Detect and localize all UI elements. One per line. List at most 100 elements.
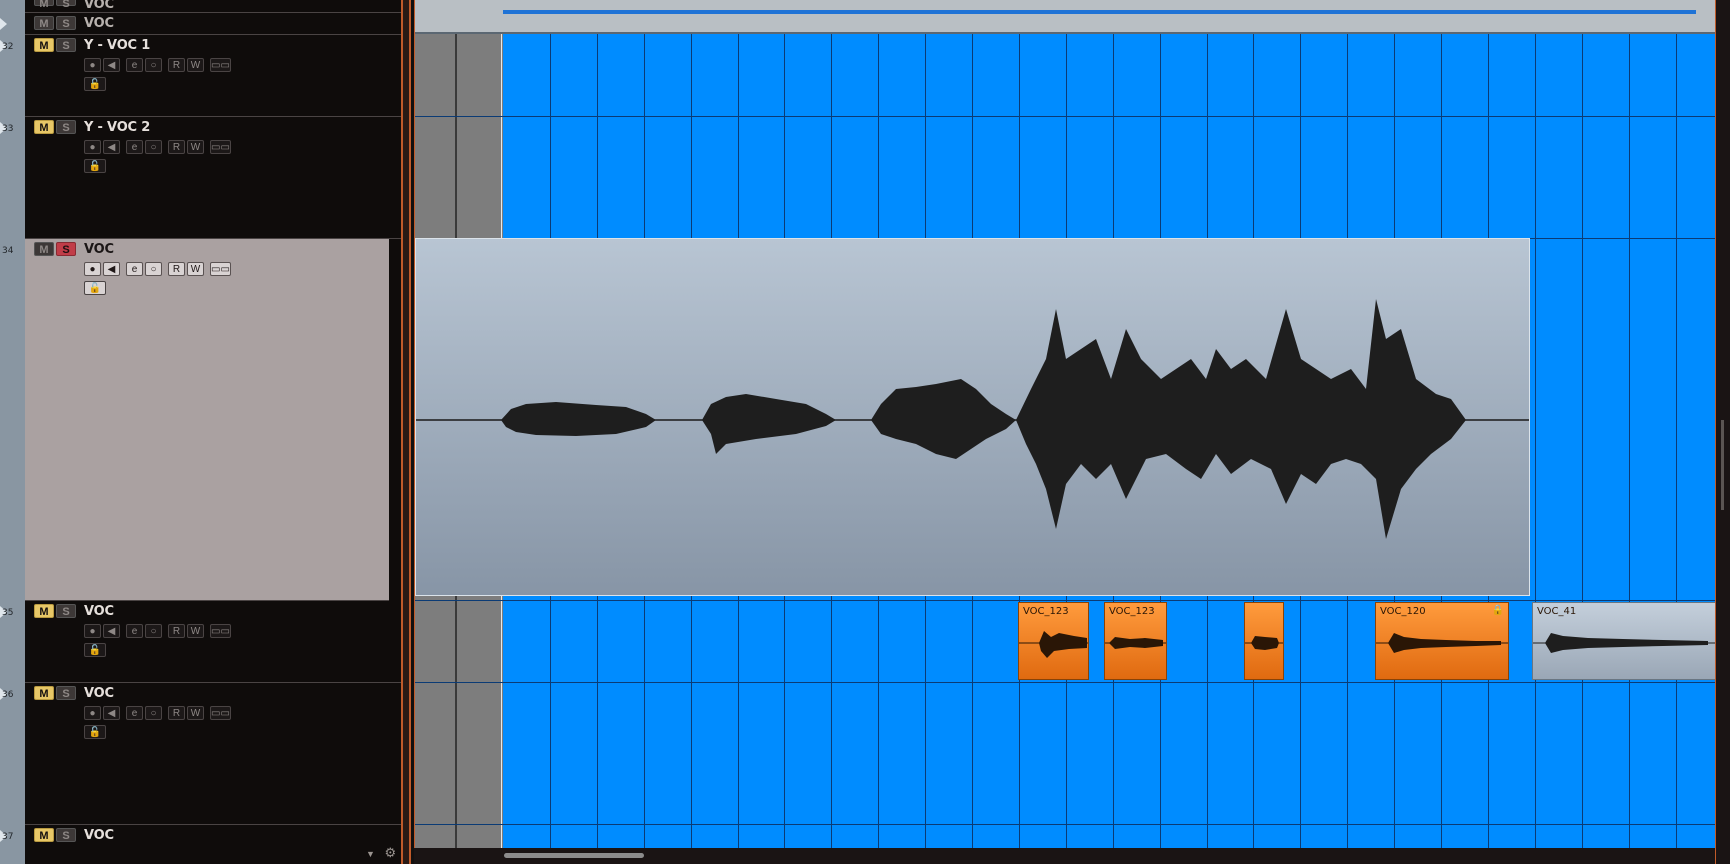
- waveform: [416, 299, 1529, 539]
- lanes-button[interactable]: ▭▭: [210, 706, 231, 720]
- audio-clip[interactable]: VOC_123: [1104, 602, 1167, 680]
- input-echo-button[interactable]: ◀: [103, 140, 120, 154]
- track-number: 34: [2, 246, 14, 256]
- clip-waveform: [1245, 636, 1283, 650]
- monitor-button[interactable]: ○: [145, 624, 162, 638]
- lane-separator: [415, 824, 1716, 825]
- track-header-selected[interactable]: 34 M S VOC ● ◀ e ○ R W ▭▭ 🔓: [2, 239, 389, 601]
- input-echo-button[interactable]: ◀: [103, 262, 120, 276]
- clip-waveform: [1105, 637, 1166, 649]
- track-number: 35: [2, 608, 14, 618]
- solo-button[interactable]: S: [56, 120, 76, 134]
- write-automation-button[interactable]: W: [187, 140, 204, 154]
- vertical-scrollbar[interactable]: [1715, 0, 1730, 864]
- input-echo-button[interactable]: ◀: [103, 58, 120, 72]
- horizontal-scrollbar[interactable]: [414, 848, 1715, 864]
- track-number: 33: [2, 124, 14, 134]
- lane-separator: [415, 600, 1716, 601]
- lock-icon[interactable]: 🔓: [84, 725, 106, 739]
- edit-button[interactable]: e: [126, 140, 143, 154]
- lanes-button[interactable]: ▭▭: [210, 58, 231, 72]
- write-automation-button[interactable]: W: [187, 706, 204, 720]
- read-automation-button[interactable]: R: [168, 706, 185, 720]
- mute-button[interactable]: M: [34, 0, 54, 10]
- read-automation-button[interactable]: R: [168, 140, 185, 154]
- mute-button[interactable]: M: [34, 120, 54, 134]
- record-arm-button[interactable]: ●: [84, 58, 101, 72]
- input-echo-button[interactable]: ◀: [103, 624, 120, 638]
- grid-line: [1535, 0, 1536, 848]
- track-header[interactable]: M S VOC: [0, 13, 401, 35]
- lock-icon[interactable]: 🔓: [84, 159, 106, 173]
- input-echo-button[interactable]: ◀: [103, 706, 120, 720]
- lock-icon[interactable]: 🔓: [84, 77, 106, 91]
- write-automation-button[interactable]: W: [187, 58, 204, 72]
- track-controls: ● ◀ e ○ R W ▭▭: [84, 706, 233, 721]
- track-name: VOC: [84, 604, 114, 619]
- chevron-down-icon[interactable]: ▼: [366, 849, 375, 859]
- mute-button[interactable]: M: [34, 604, 54, 618]
- solo-button[interactable]: S: [56, 242, 76, 256]
- mute-button[interactable]: M: [34, 16, 54, 30]
- read-automation-button[interactable]: R: [168, 58, 185, 72]
- read-automation-button[interactable]: R: [168, 262, 185, 276]
- record-arm-button[interactable]: ●: [84, 140, 101, 154]
- solo-button[interactable]: S: [56, 828, 76, 842]
- solo-button[interactable]: S: [56, 16, 76, 30]
- edit-button[interactable]: e: [126, 624, 143, 638]
- audio-clip[interactable]: VOC_120 🔒: [1375, 602, 1509, 680]
- audio-clip[interactable]: [1244, 602, 1284, 680]
- solo-button[interactable]: S: [56, 0, 76, 10]
- record-arm-button[interactable]: ●: [84, 262, 101, 276]
- edit-button[interactable]: e: [126, 58, 143, 72]
- track-header[interactable]: VOC M S: [25, 0, 401, 13]
- audio-clip[interactable]: VOC_123: [1018, 602, 1089, 680]
- monitor-button[interactable]: ○: [145, 140, 162, 154]
- solo-button[interactable]: S: [56, 38, 76, 52]
- lock-icon[interactable]: 🔓: [84, 643, 106, 657]
- selected-track-edge: [389, 239, 401, 601]
- mute-button[interactable]: M: [34, 828, 54, 842]
- clip-waveform: [1533, 633, 1715, 653]
- lock-icon[interactable]: 🔓: [84, 281, 106, 295]
- monitor-button[interactable]: ○: [145, 58, 162, 72]
- audio-clip[interactable]: VOC_41: [1532, 602, 1716, 680]
- audio-clip-waveform[interactable]: [415, 238, 1530, 596]
- track-name: VOC: [84, 686, 114, 701]
- track-name: VOC: [84, 0, 114, 12]
- track-arrow-icon: [0, 18, 7, 30]
- track-name: Y - VOC 1: [84, 38, 151, 53]
- scroll-thumb[interactable]: [504, 853, 644, 858]
- lane-separator: [415, 116, 1716, 117]
- mute-button[interactable]: M: [34, 38, 54, 52]
- scroll-thumb[interactable]: [1721, 420, 1724, 510]
- track-header[interactable]: 35 M S VOC ● ◀ e ○ R W ▭▭ 🔓: [0, 601, 401, 683]
- track-header[interactable]: 32 M S Y - VOC 1 ● ◀ e ○ R W ▭▭ 🔓: [0, 35, 401, 117]
- track-controls: ● ◀ e ○ R W ▭▭: [84, 262, 233, 277]
- monitor-button[interactable]: ○: [145, 262, 162, 276]
- solo-button[interactable]: S: [56, 604, 76, 618]
- solo-button[interactable]: S: [56, 686, 76, 700]
- lanes-button[interactable]: ▭▭: [210, 262, 231, 276]
- lanes-button[interactable]: ▭▭: [210, 624, 231, 638]
- track-name: VOC: [84, 828, 114, 843]
- edit-button[interactable]: e: [126, 706, 143, 720]
- gear-icon[interactable]: ⚙: [385, 845, 397, 860]
- mute-button[interactable]: M: [34, 686, 54, 700]
- clip-timeline[interactable]: VOC_123 VOC_123 VOC_120 🔒 VOC_41: [414, 0, 1716, 848]
- write-automation-button[interactable]: W: [187, 262, 204, 276]
- monitor-button[interactable]: ○: [145, 706, 162, 720]
- edit-button[interactable]: e: [126, 262, 143, 276]
- track-number: 37: [2, 832, 14, 842]
- write-automation-button[interactable]: W: [187, 624, 204, 638]
- record-arm-button[interactable]: ●: [84, 624, 101, 638]
- track-header[interactable]: 33 M S Y - VOC 2 ● ◀ e ○ R W ▭▭ 🔓: [0, 117, 401, 239]
- mute-button[interactable]: M: [34, 242, 54, 256]
- record-arm-button[interactable]: ●: [84, 706, 101, 720]
- panel-divider[interactable]: [401, 0, 411, 864]
- grid-line: [1629, 0, 1630, 848]
- track-header[interactable]: 36 M S VOC ● ◀ e ○ R W ▭▭ 🔓: [0, 683, 401, 825]
- read-automation-button[interactable]: R: [168, 624, 185, 638]
- track-header[interactable]: 37 M S VOC: [0, 825, 401, 864]
- lanes-button[interactable]: ▭▭: [210, 140, 231, 154]
